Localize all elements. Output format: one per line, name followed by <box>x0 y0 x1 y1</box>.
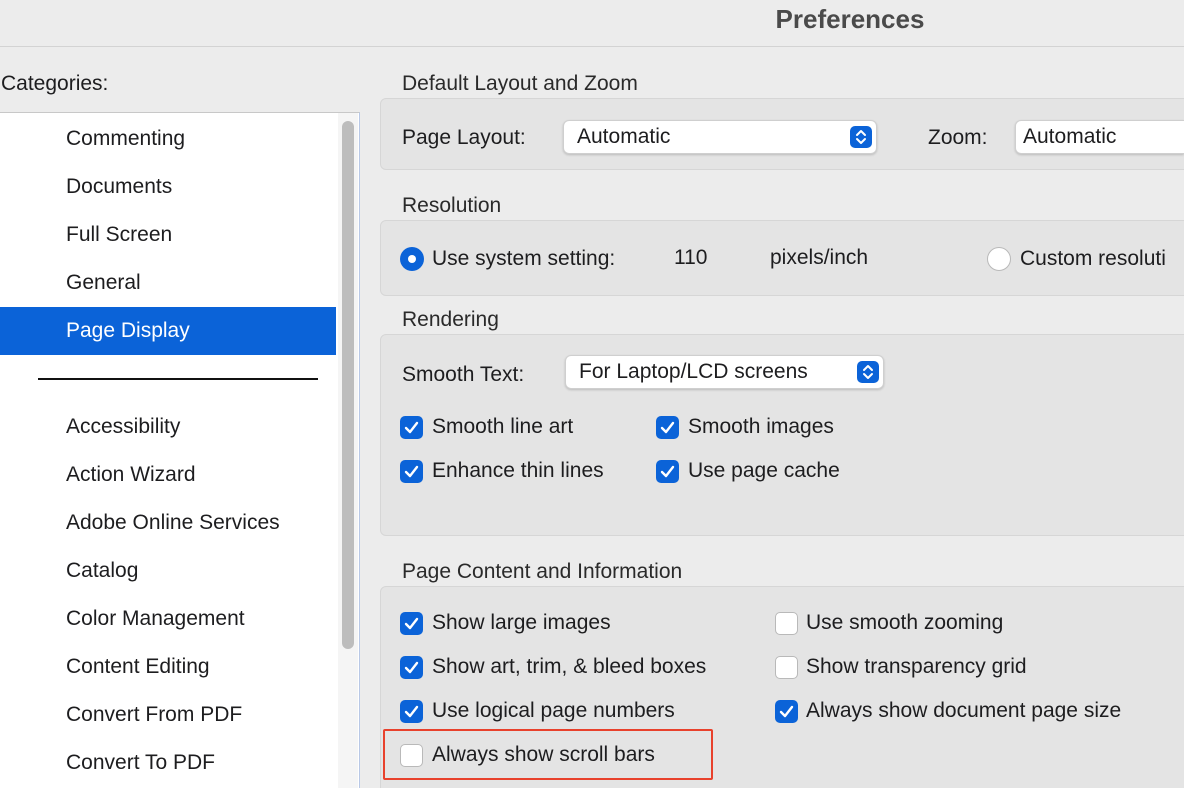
show-art-trim-bleed-label: Show art, trim, & bleed boxes <box>432 655 707 678</box>
categories-label: Categories: <box>1 72 109 95</box>
checkmark-icon <box>404 421 419 434</box>
category-action-wizard[interactable]: Action Wizard <box>0 451 336 499</box>
use-smooth-zooming-label: Use smooth zooming <box>806 611 1004 634</box>
show-large-images-checkbox[interactable] <box>400 612 423 635</box>
category-adobe-online-services[interactable]: Adobe Online Services <box>0 499 336 547</box>
section-title-page-content: Page Content and Information <box>402 560 683 583</box>
smooth-text-label: Smooth Text: <box>402 363 525 386</box>
category-documents[interactable]: Documents <box>0 163 336 211</box>
category-accessibility[interactable]: Accessibility <box>0 403 336 451</box>
checkmark-icon <box>779 705 794 718</box>
section-title-resolution: Resolution <box>402 194 502 217</box>
always-show-page-size-label: Always show document page size <box>806 699 1122 722</box>
highlight-annotation-box <box>383 729 713 780</box>
page-layout-popup[interactable]: Automatic <box>563 120 877 154</box>
show-large-images-label: Show large images <box>432 611 611 634</box>
title-bar: Preferences <box>0 0 1184 47</box>
category-general[interactable]: General <box>0 259 336 307</box>
checkmark-icon <box>404 705 419 718</box>
system-resolution-value: 110 <box>674 246 708 269</box>
use-page-cache-label: Use page cache <box>688 459 840 482</box>
show-transparency-grid-checkbox[interactable] <box>775 656 798 679</box>
use-system-setting-label: Use system setting: <box>432 247 616 270</box>
custom-resolution-radio[interactable] <box>987 247 1011 271</box>
zoom-value: Automatic <box>1023 125 1117 148</box>
category-separator <box>38 378 318 380</box>
category-catalog[interactable]: Catalog <box>0 547 336 595</box>
page-layout-value: Automatic <box>577 125 671 148</box>
up-down-arrows-icon <box>850 126 872 148</box>
checkmark-icon <box>404 465 419 478</box>
window-title: Preferences <box>775 4 925 34</box>
checkmark-icon <box>660 465 675 478</box>
category-convert-to-pdf[interactable]: Convert To PDF <box>0 739 336 787</box>
checkmark-icon <box>404 617 419 630</box>
category-color-management[interactable]: Color Management <box>0 595 336 643</box>
section-title-rendering: Rendering <box>402 308 499 331</box>
show-art-trim-bleed-checkbox[interactable] <box>400 656 423 679</box>
page-layout-label: Page Layout: <box>402 126 526 149</box>
use-logical-page-numbers-label: Use logical page numbers <box>432 699 675 722</box>
categories-list[interactable]: Commenting Documents Full Screen General… <box>0 112 360 788</box>
category-content-editing[interactable]: Content Editing <box>0 643 336 691</box>
resolution-unit: pixels/inch <box>770 246 869 269</box>
use-smooth-zooming-checkbox[interactable] <box>775 612 798 635</box>
smooth-line-art-label: Smooth line art <box>432 415 574 438</box>
use-logical-page-numbers-checkbox[interactable] <box>400 700 423 723</box>
category-page-display[interactable]: Page Display <box>0 307 336 355</box>
category-convert-from-pdf[interactable]: Convert From PDF <box>0 691 336 739</box>
smooth-text-value: For Laptop/LCD screens <box>579 360 808 383</box>
checkmark-icon <box>660 421 675 434</box>
custom-resolution-label: Custom resoluti <box>1020 247 1166 270</box>
zoom-popup[interactable]: Automatic <box>1015 120 1184 154</box>
enhance-thin-lines-label: Enhance thin lines <box>432 459 604 482</box>
use-system-setting-radio[interactable] <box>400 247 424 271</box>
zoom-label: Zoom: <box>928 126 988 149</box>
category-full-screen[interactable]: Full Screen <box>0 211 336 259</box>
always-show-page-size-checkbox[interactable] <box>775 700 798 723</box>
section-title-layout-zoom: Default Layout and Zoom <box>402 72 638 95</box>
checkmark-icon <box>404 661 419 674</box>
up-down-arrows-icon <box>857 361 879 383</box>
smooth-text-popup[interactable]: For Laptop/LCD screens <box>565 355 884 389</box>
smooth-line-art-checkbox[interactable] <box>400 416 423 439</box>
category-commenting[interactable]: Commenting <box>0 115 336 163</box>
enhance-thin-lines-checkbox[interactable] <box>400 460 423 483</box>
smooth-images-checkbox[interactable] <box>656 416 679 439</box>
smooth-images-label: Smooth images <box>688 415 834 438</box>
categories-scroll-thumb[interactable] <box>342 121 354 649</box>
use-page-cache-checkbox[interactable] <box>656 460 679 483</box>
show-transparency-grid-label: Show transparency grid <box>806 655 1027 678</box>
